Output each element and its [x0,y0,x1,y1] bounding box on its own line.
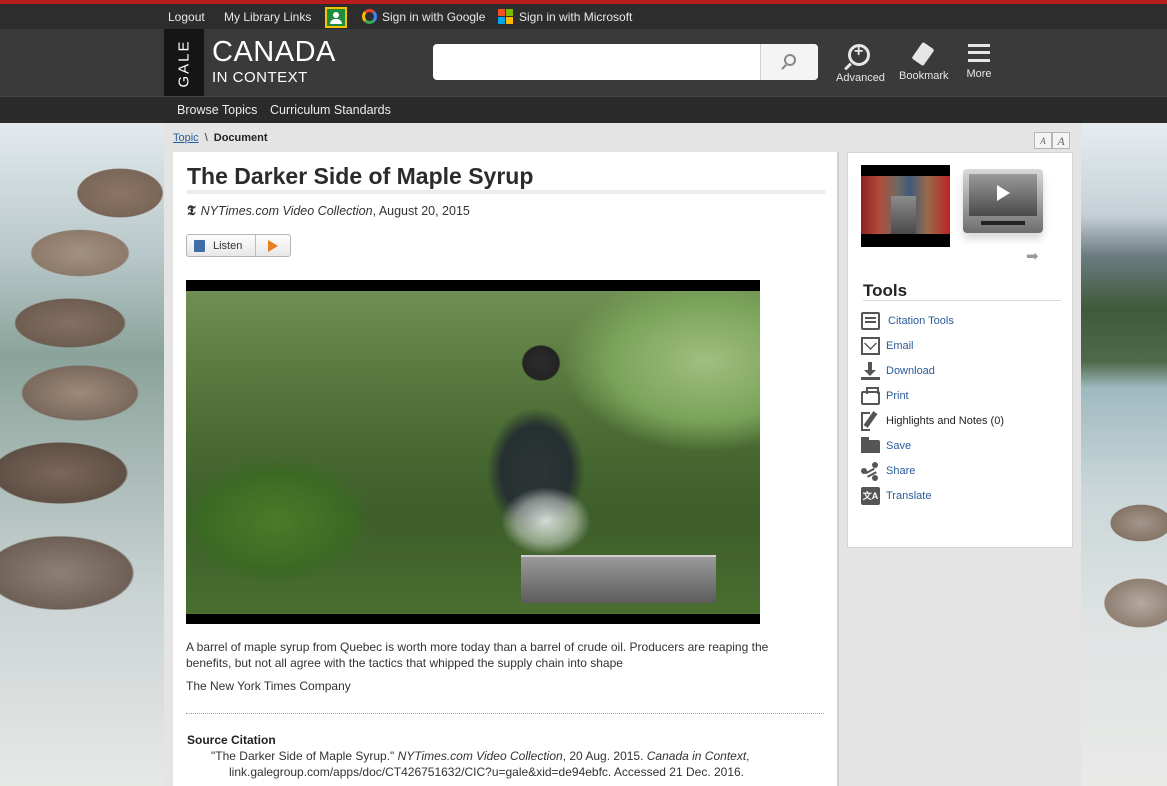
related-video-thumbnail[interactable] [861,165,950,247]
google-signin-link[interactable]: Sign in with Google [382,10,485,24]
background-right [1081,123,1167,786]
section-divider [186,713,824,714]
citation-line-1: "The Darker Side of Maple Syrup." NYTime… [211,749,750,763]
title-divider [187,190,825,194]
video-player[interactable] [186,280,760,624]
library-links-link[interactable]: My Library Links [224,10,311,24]
font-increase-button[interactable]: A [1052,132,1070,149]
bookmark-button[interactable]: Bookmark [899,41,949,82]
document-panel: The Darker Side of Maple Syrup 𝕿 NYTimes.… [173,152,839,786]
search-icon [784,54,796,66]
main-nav: Browse Topics Curriculum Standards [0,96,1167,123]
document-summary: A barrel of maple syrup from Quebec is w… [186,640,769,670]
menu-icon [968,44,990,62]
nav-curriculum-standards[interactable]: Curriculum Standards [270,103,391,117]
share-icon [861,462,880,480]
email-icon [861,337,880,355]
sidebar-panel: ➡ Tools Citation Tools Email Download Pr… [847,152,1073,548]
download-icon [861,362,880,380]
breadcrumb-topic-link[interactable]: Topic [173,132,199,144]
gale-logo[interactable]: GALE [164,29,204,96]
document-title: The Darker Side of Maple Syrup [187,163,534,189]
listen-label: Listen [213,240,243,252]
highlight-icon [861,412,880,431]
font-decrease-button[interactable]: A [1034,132,1052,149]
microsoft-signin-link[interactable]: Sign in with Microsoft [519,10,632,24]
print-icon [861,387,880,405]
nyt-icon: 𝕿 [187,204,196,219]
more-button[interactable]: More [965,44,993,80]
product-subtitle[interactable]: IN CONTEXT [212,69,308,86]
google-icon [362,9,377,24]
video-scene-evaporator [521,555,716,603]
tools-heading: Tools [863,281,908,300]
microsoft-icon [498,9,514,25]
document-source: NYTimes.com Video Collection [200,204,373,218]
translate-icon: 文A [861,487,880,505]
document-publisher: The New York Times Company [186,679,351,693]
advanced-search-button[interactable]: Advanced [836,43,885,84]
folder-icon [861,437,880,453]
breadcrumb-current: Document [213,132,268,144]
search-input[interactable] [439,50,754,74]
nav-browse-topics[interactable]: Browse Topics [177,103,257,117]
listen-button[interactable]: Listen [186,234,291,257]
search-button[interactable] [760,44,818,80]
document-byline: 𝕿 NYTimes.com Video Collection, August 20… [187,204,470,220]
listen-divider [255,235,256,256]
tools-divider [863,300,1061,301]
play-icon[interactable] [268,240,278,252]
breadcrumb: Topic \ Document [173,132,268,144]
logout-link[interactable]: Logout [168,10,205,24]
play-icon [997,185,1010,201]
bookmark-icon [911,41,935,67]
citation-icon [861,312,880,330]
arrow-right-icon[interactable]: ➡ [1026,247,1039,265]
background-left [0,123,164,786]
document-date: , August 20, 2015 [372,204,470,218]
citation-line-2: link.galegroup.com/apps/doc/CT426751632/… [229,765,745,779]
site-header: GALE CANADA IN CONTEXT Advanced Bookmark… [0,29,1167,96]
breadcrumb-separator: \ [204,132,208,144]
source-citation-heading: Source Citation [187,733,276,747]
content-area: Topic \ Document A A The Darker Side of Ma… [164,123,1081,786]
top-links-bar: Logout My Library Links Sign in with Goo… [0,4,1167,29]
advanced-search-icon [848,43,870,66]
google-classroom-icon[interactable] [325,7,347,28]
product-title[interactable]: CANADA [212,36,336,69]
video-player-thumbnail[interactable] [963,169,1043,233]
speaker-icon [194,240,205,252]
search-box [433,44,818,80]
font-size-controls: A A [1034,132,1070,149]
